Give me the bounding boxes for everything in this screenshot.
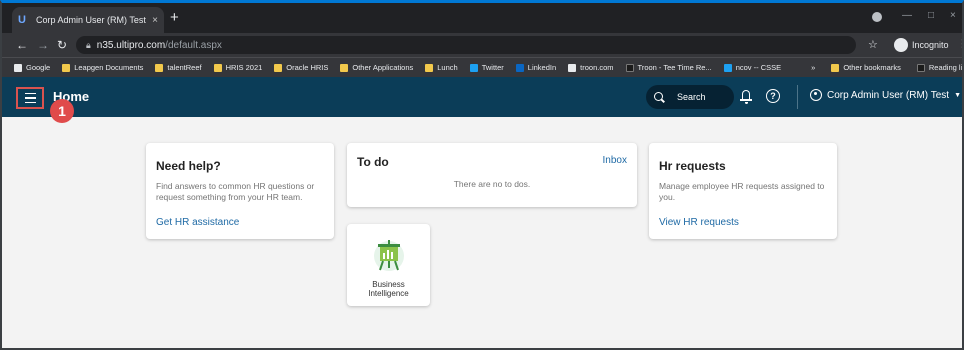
ncov-icon xyxy=(723,63,732,72)
url-field[interactable]: 🔒︎ n35.ultipro.com /default.aspx xyxy=(76,36,856,54)
search-icon xyxy=(654,91,665,103)
bookmarks-overflow-button[interactable]: » xyxy=(811,63,815,72)
business-intelligence-label: Business Intelligence xyxy=(368,280,409,298)
bookmark-talentreef[interactable]: talentReef xyxy=(155,63,202,72)
user-name: Corp Admin User (RM) Test xyxy=(827,89,950,101)
get-hr-assistance-link[interactable]: Get HR assistance xyxy=(156,217,239,228)
address-bar: ← → ↻ 🔒︎ n35.ultipro.com /default.aspx ☆… xyxy=(2,33,962,57)
troon-tee-icon xyxy=(625,63,634,72)
maximize-button[interactable]: □ xyxy=(928,10,934,21)
search-button[interactable]: Search xyxy=(646,85,734,109)
bookmark-troon[interactable]: troon.com xyxy=(568,63,614,72)
hr-requests-description: Manage employee HR requests assigned to … xyxy=(659,181,825,202)
todo-empty-message: There are no to dos. xyxy=(453,179,531,189)
hr-requests-title: Hr requests xyxy=(659,159,726,173)
close-window-button[interactable]: × xyxy=(950,10,956,21)
account-avatar-icon xyxy=(810,89,822,101)
tab-strip: U Corp Admin User (RM) Test - 000 × + — … xyxy=(2,3,962,33)
inbox-link[interactable]: Inbox xyxy=(603,155,627,166)
reload-icon[interactable]: ↻ xyxy=(57,37,67,53)
incognito-label: Incognito xyxy=(912,40,949,50)
todo-card: To do Inbox There are no to dos. xyxy=(347,143,637,207)
forward-arrow-icon[interactable]: → xyxy=(37,37,49,53)
google-icon xyxy=(14,63,22,72)
notifications-bell-icon[interactable] xyxy=(740,90,752,104)
step-number-badge: 1 xyxy=(50,99,74,123)
bookmark-troon-tee-time[interactable]: Troon - Tee Time Re... xyxy=(625,63,712,72)
user-menu[interactable]: Corp Admin User (RM) Test ▼ xyxy=(810,89,961,101)
need-help-title: Need help? xyxy=(156,159,221,173)
help-icon[interactable]: ? xyxy=(766,89,780,103)
header-divider xyxy=(797,85,798,109)
minimize-button[interactable]: — xyxy=(902,10,912,21)
bookmark-google[interactable]: Google xyxy=(14,63,50,72)
reading-list-icon xyxy=(916,63,925,72)
business-intelligence-tile[interactable]: Business Intelligence xyxy=(347,224,430,306)
ultipro-favicon-icon: U xyxy=(18,14,26,26)
browser-tab[interactable]: U Corp Admin User (RM) Test - 000 × xyxy=(12,7,164,33)
bookmark-star-icon[interactable]: ☆ xyxy=(868,38,878,51)
bookmark-ncov-csse[interactable]: ncov -- CSSE xyxy=(723,63,781,72)
twitter-icon xyxy=(469,63,478,72)
folder-icon xyxy=(425,63,434,72)
app-content: Home 1 Search ? Corp Admin User (RM) Tes… xyxy=(2,77,962,348)
app-header: Home 1 Search ? Corp Admin User (RM) Tes… xyxy=(2,77,962,123)
bookmark-other-bookmarks[interactable]: Other bookmarks xyxy=(831,63,901,72)
hr-requests-card: Hr requests Manage employee HR requests … xyxy=(649,143,837,239)
folder-icon xyxy=(213,63,222,72)
need-help-card: Need help? Find answers to common HR que… xyxy=(146,143,334,239)
folder-icon xyxy=(62,63,71,72)
presentation-board-icon xyxy=(373,240,404,271)
search-label: Search xyxy=(677,92,706,102)
bookmarks-bar: Google Leapgen Documents talentReef HRIS… xyxy=(2,57,962,77)
url-path: /default.aspx xyxy=(165,39,222,51)
bookmark-hris-2021[interactable]: HRIS 2021 xyxy=(213,63,262,72)
browser-menu-icon[interactable]: ⋮ xyxy=(957,37,962,50)
bookmark-linkedin[interactable]: LinkedIn xyxy=(515,63,556,72)
incognito-indicator[interactable]: Incognito xyxy=(894,37,949,53)
extension-icon[interactable] xyxy=(872,12,882,22)
new-tab-button[interactable]: + xyxy=(170,10,179,25)
linkedin-icon xyxy=(515,63,524,72)
folder-icon xyxy=(831,63,840,72)
url-host: n35.ultipro.com xyxy=(96,39,166,51)
tab-close-icon[interactable]: × xyxy=(152,15,158,26)
bookmark-oracle-hris[interactable]: Oracle HRIS xyxy=(274,63,328,72)
view-hr-requests-link[interactable]: View HR requests xyxy=(659,217,739,228)
troon-icon xyxy=(568,63,577,72)
bookmark-other-applications[interactable]: Other Applications xyxy=(340,63,413,72)
back-arrow-icon[interactable]: ← xyxy=(16,37,28,53)
folder-icon xyxy=(274,63,283,72)
bookmark-twitter[interactable]: Twitter xyxy=(469,63,504,72)
folder-icon xyxy=(340,63,349,72)
folder-icon xyxy=(155,63,164,72)
lock-icon: 🔒︎ xyxy=(86,39,91,50)
bookmark-reading-list[interactable]: Reading list xyxy=(916,63,962,72)
browser-window: U Corp Admin User (RM) Test - 000 × + — … xyxy=(0,0,964,350)
need-help-description: Find answers to common HR questions or r… xyxy=(156,181,315,202)
tab-title: Corp Admin User (RM) Test - 000 xyxy=(36,15,148,25)
caret-down-icon: ▼ xyxy=(954,91,962,99)
bookmark-leapgen-documents[interactable]: Leapgen Documents xyxy=(62,63,143,72)
incognito-icon xyxy=(894,38,908,52)
hamburger-menu-button[interactable] xyxy=(16,87,44,109)
hamburger-icon xyxy=(24,92,36,95)
bookmark-lunch[interactable]: Lunch xyxy=(425,63,458,72)
todo-title: To do xyxy=(357,155,389,169)
